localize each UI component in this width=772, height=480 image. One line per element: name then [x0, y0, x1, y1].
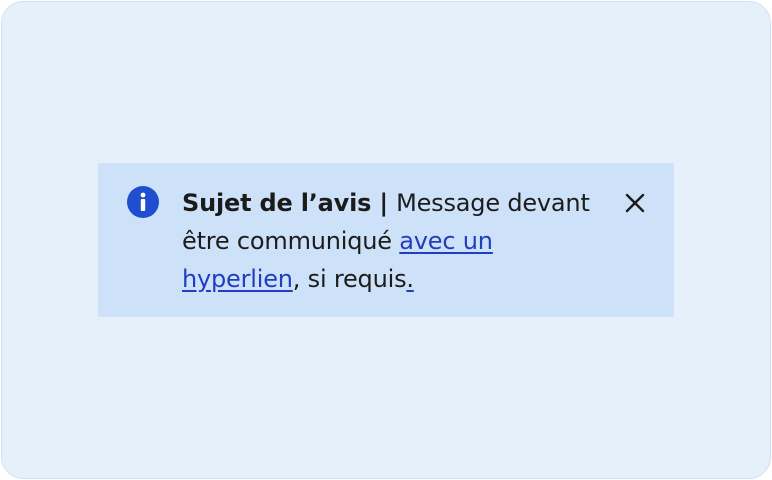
notice-period: .	[406, 265, 414, 293]
notice-separator: |	[371, 189, 397, 217]
notice-heading: Sujet de l’avis	[182, 189, 372, 217]
notice-message: Sujet de l’avis | Message devant être co…	[182, 184, 602, 298]
close-icon	[625, 193, 645, 213]
info-icon	[127, 186, 159, 218]
notice-text-end: , si requis	[292, 265, 407, 293]
close-button[interactable]	[620, 188, 650, 218]
